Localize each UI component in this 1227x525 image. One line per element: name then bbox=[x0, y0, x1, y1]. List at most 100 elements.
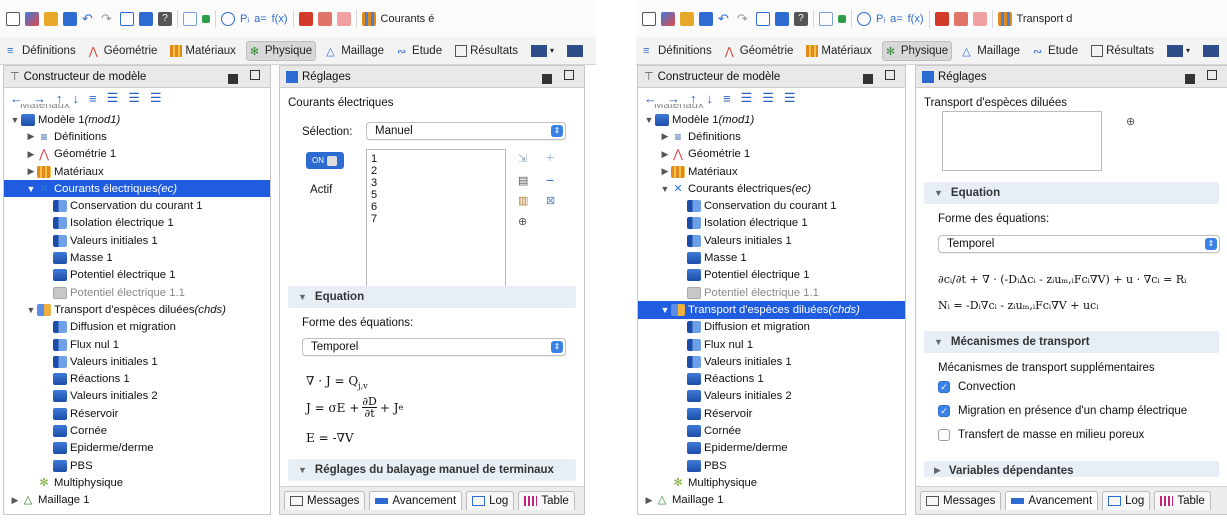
form-dropdown[interactable]: Temporel ⇕ bbox=[938, 235, 1220, 253]
panel-icon[interactable] bbox=[139, 11, 153, 26]
tree-item[interactable]: ▼ Transport d'espèces diluées (chds) bbox=[4, 301, 270, 318]
study-icon[interactable] bbox=[972, 11, 987, 26]
function-button[interactable]: f(x) bbox=[908, 13, 924, 25]
undo-icon[interactable]: ↶ bbox=[718, 11, 732, 26]
paste-selection-icon[interactable]: ⇲ bbox=[518, 152, 527, 165]
tree-item[interactable]: Valeurs initiales 1 bbox=[4, 353, 270, 370]
selection-item[interactable]: 5 bbox=[371, 189, 501, 201]
new-file-icon[interactable] bbox=[642, 11, 656, 26]
tab-log[interactable]: Log bbox=[466, 491, 515, 510]
tab-progress[interactable]: Avancement bbox=[369, 491, 463, 510]
section-equation[interactable]: ▼ Equation bbox=[924, 182, 1219, 204]
selection-item[interactable]: 1 bbox=[371, 153, 501, 165]
parameters-icon[interactable] bbox=[183, 11, 197, 26]
tab-geometry[interactable]: ⋀ Géométrie bbox=[86, 42, 161, 60]
component-icon[interactable] bbox=[202, 14, 210, 23]
selection-list[interactable]: 123567 bbox=[366, 149, 506, 299]
form-dropdown[interactable]: Temporel ⇕ bbox=[302, 338, 566, 356]
tree-item[interactable]: Isolation électrique 1 bbox=[4, 215, 270, 232]
tree-item[interactable]: Matériaux bbox=[4, 104, 270, 111]
tree-item[interactable]: Valeurs initiales 2 bbox=[638, 388, 905, 405]
expand-caret-icon[interactable]: ▶ bbox=[26, 149, 36, 160]
parameters-icon[interactable] bbox=[819, 11, 833, 26]
undo-icon[interactable]: ↶ bbox=[82, 11, 96, 26]
expand-caret-icon[interactable]: ▶ bbox=[660, 131, 670, 142]
selection-icon[interactable] bbox=[857, 11, 871, 26]
minimize-icon[interactable] bbox=[228, 74, 238, 84]
tree-item[interactable]: Valeurs initiales 2 bbox=[4, 388, 270, 405]
tree-item[interactable]: Réservoir bbox=[4, 405, 270, 422]
selection-list[interactable] bbox=[942, 111, 1102, 171]
tree-item[interactable]: Potentiel électrique 1 bbox=[4, 267, 270, 284]
tree-item[interactable]: Valeurs initiales 1 bbox=[4, 232, 270, 249]
build-icon[interactable] bbox=[298, 11, 313, 26]
maximize-icon[interactable] bbox=[250, 70, 260, 80]
tab-study[interactable]: ∾ Etude bbox=[1030, 42, 1081, 60]
collapse-caret-icon[interactable]: ▼ bbox=[26, 305, 36, 315]
function-button[interactable]: f(x) bbox=[272, 13, 288, 25]
checked-checkbox-icon[interactable]: ✓ bbox=[938, 405, 950, 417]
tree-item[interactable]: ✻ Multiphysique bbox=[638, 474, 905, 491]
tree-item[interactable]: ▼ Transport d'espèces diluées (chds) bbox=[638, 301, 905, 319]
tab-progress[interactable]: Avancement bbox=[1005, 491, 1099, 510]
tree-item[interactable]: ▼ ✕ Courants électriques (ec) bbox=[4, 180, 270, 198]
maximize-icon[interactable] bbox=[564, 70, 574, 80]
expand-caret-icon[interactable]: ▶ bbox=[644, 495, 654, 506]
tab-materials[interactable]: Matériaux bbox=[167, 42, 239, 60]
checked-checkbox-icon[interactable]: ✓ bbox=[938, 381, 950, 393]
collapse-caret-icon[interactable]: ▼ bbox=[660, 305, 670, 315]
help-icon[interactable]: ? bbox=[158, 11, 172, 26]
tree-item[interactable]: ▶ △ Maillage 1 bbox=[4, 492, 270, 509]
tab-mesh[interactable]: △ Maillage bbox=[959, 42, 1023, 60]
open-folder-icon[interactable] bbox=[680, 11, 694, 26]
tab-messages[interactable]: Messages bbox=[284, 491, 366, 510]
minimize-icon[interactable] bbox=[1185, 74, 1195, 84]
tree-item[interactable]: ▼ Modèle 1 (mod1) bbox=[638, 111, 905, 128]
tab-results[interactable]: Résultats bbox=[1088, 42, 1157, 60]
tree-item[interactable]: Masse 1 bbox=[638, 249, 905, 266]
tree-item[interactable]: Conservation du courant 1 bbox=[4, 197, 270, 214]
mesh-icon[interactable] bbox=[317, 11, 332, 26]
tree-item[interactable]: Diffusion et migration bbox=[4, 319, 270, 336]
collapse-caret-icon[interactable]: ▼ bbox=[644, 115, 654, 125]
tree-item[interactable]: Réactions 1 bbox=[4, 370, 270, 387]
tree-item[interactable]: Epiderme/derme bbox=[4, 440, 270, 457]
expand-caret-icon[interactable]: ▶ bbox=[660, 149, 670, 160]
component-icon[interactable] bbox=[838, 14, 846, 23]
tree-item[interactable]: ▼ ✕ Courants électriques (ec) bbox=[638, 180, 905, 197]
save-icon[interactable] bbox=[699, 11, 713, 26]
tab-log[interactable]: Log bbox=[1102, 491, 1151, 510]
maximize-icon[interactable] bbox=[885, 70, 895, 80]
tab-mesh[interactable]: △ Maillage bbox=[323, 42, 387, 60]
add-icon[interactable]: + bbox=[546, 149, 554, 165]
tree-item[interactable]: Réservoir bbox=[638, 405, 905, 422]
redo-icon[interactable]: ↷ bbox=[737, 11, 751, 26]
tab-study[interactable]: ∾ Etude bbox=[394, 42, 445, 60]
layout-menu[interactable]: ▾ bbox=[528, 42, 557, 60]
panel-icon[interactable] bbox=[775, 11, 789, 26]
open-folder-icon[interactable] bbox=[44, 11, 58, 26]
clear-icon[interactable]: ▥ bbox=[518, 194, 528, 207]
new-file-icon[interactable] bbox=[6, 11, 20, 26]
pin-icon[interactable]: ⊕ bbox=[518, 215, 527, 228]
transport-option[interactable]: Transfert de masse en milieu poreux bbox=[938, 423, 1187, 447]
pin-icon[interactable]: ⊕ bbox=[1126, 115, 1135, 128]
expand-caret-icon[interactable]: ▶ bbox=[26, 166, 36, 177]
selection-icon[interactable] bbox=[221, 11, 235, 26]
unchecked-checkbox-icon[interactable] bbox=[938, 429, 950, 441]
tree-item[interactable]: ✻ Multiphysique bbox=[4, 474, 270, 491]
zoom-selection-icon[interactable]: ⊠ bbox=[546, 194, 555, 207]
tree-item[interactable]: Diffusion et migration bbox=[638, 319, 905, 336]
tree-item[interactable]: PBS bbox=[4, 457, 270, 474]
help-icon[interactable]: ? bbox=[794, 11, 808, 26]
maximize-icon[interactable] bbox=[1207, 70, 1217, 80]
copy-icon[interactable]: ▤ bbox=[518, 174, 528, 187]
window-menu[interactable] bbox=[1200, 42, 1222, 60]
section-sweep[interactable]: ▼ Réglages du balayage manuel de terminau… bbox=[288, 459, 576, 481]
tree-item[interactable]: Flux nul 1 bbox=[638, 336, 905, 353]
tree-item[interactable]: ▼ Modèle 1 (mod1) bbox=[4, 111, 270, 128]
tab-physics[interactable]: ✻ Physique bbox=[245, 40, 317, 61]
tab-definitions[interactable]: ≡ Définitions bbox=[640, 42, 715, 60]
tab-results[interactable]: Résultats bbox=[452, 42, 521, 60]
variable-button[interactable]: a= bbox=[254, 13, 267, 25]
